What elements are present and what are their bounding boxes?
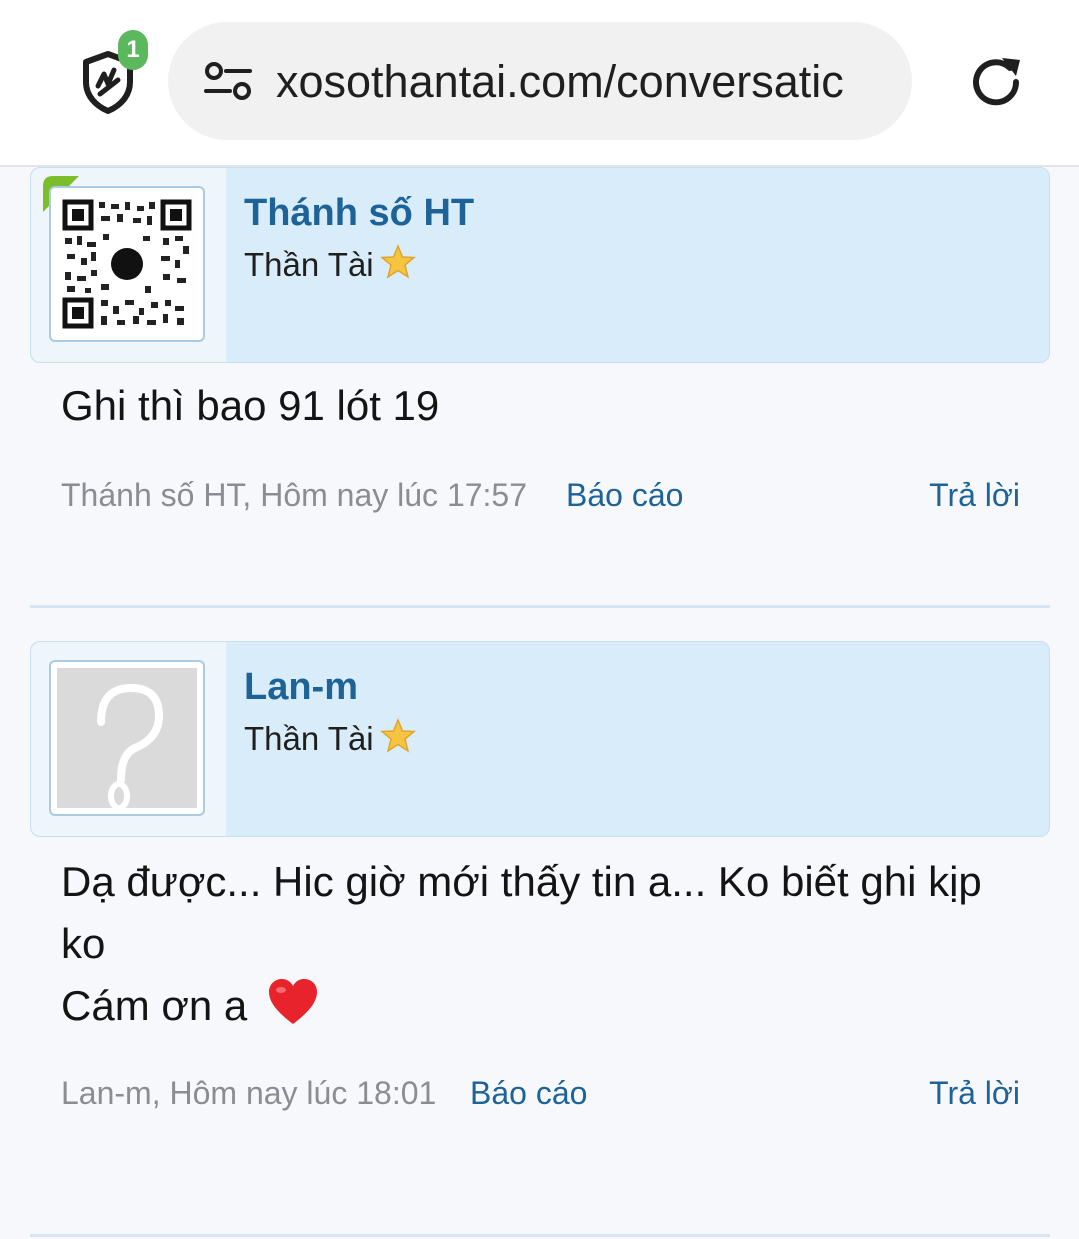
star-icon xyxy=(379,244,416,279)
message-body: Dạ được... Hic giờ mới thấy tin a... Ko … xyxy=(61,851,1041,1043)
report-link[interactable]: Báo cáo xyxy=(470,1075,587,1112)
qr-code-icon xyxy=(62,199,192,329)
message-line: Ghi thì bao 91 lót 19 xyxy=(61,382,440,429)
user-rank: Thần Tài xyxy=(244,244,416,284)
notification-badge: 1 xyxy=(118,30,148,70)
report-link[interactable]: Báo cáo xyxy=(566,477,683,514)
heart-emoji xyxy=(267,978,319,1043)
message-post: Thánh số HT Thần Tài Ghi thì bao 91 lót … xyxy=(30,167,1050,597)
reply-link[interactable]: Trả lời xyxy=(929,1075,1020,1112)
avatar[interactable] xyxy=(49,186,205,342)
rank-label: Thần Tài xyxy=(244,720,374,757)
star-icon xyxy=(379,718,416,753)
post-header: Thánh số HT Thần Tài xyxy=(30,167,1050,363)
post-divider xyxy=(30,605,1050,608)
url-text[interactable]: xosothantai.com/conversatic xyxy=(276,56,888,108)
avatar-column xyxy=(31,642,226,836)
question-mark-icon xyxy=(57,668,197,811)
heart-icon xyxy=(268,979,317,1024)
message-line: Cám ơn a xyxy=(61,982,248,1029)
rank-label: Thần Tài xyxy=(244,246,374,283)
user-rank: Thần Tài xyxy=(244,718,416,758)
browser-toolbar: 1 xosothantai.com/conversatic xyxy=(0,0,1079,167)
username[interactable]: Lan-m xyxy=(244,666,358,709)
reply-link[interactable]: Trả lời xyxy=(929,477,1020,514)
post-meta: Thánh số HT, Hôm nay lúc 17:57 xyxy=(61,477,528,513)
site-settings-icon[interactable] xyxy=(204,62,252,100)
avatar-column xyxy=(31,168,226,362)
post-divider xyxy=(30,1234,1050,1237)
reload-icon[interactable] xyxy=(966,52,1026,112)
message-line-with-emoji: Cám ơn a xyxy=(61,975,1041,1043)
message-body: Ghi thì bao 91 lót 19 xyxy=(61,375,1041,437)
address-bar[interactable]: xosothantai.com/conversatic xyxy=(168,22,912,140)
post-header: Lan-m Thần Tài xyxy=(30,641,1050,837)
post-meta: Lan-m, Hôm nay lúc 18:01 xyxy=(61,1075,437,1111)
avatar[interactable] xyxy=(49,660,205,816)
message-post: Lan-m Thần Tài Dạ được... Hic giờ mới th… xyxy=(30,641,1050,1221)
message-line: Dạ được... Hic giờ mới thấy tin a... Ko … xyxy=(61,858,982,905)
username[interactable]: Thánh số HT xyxy=(244,192,474,235)
message-line: ko xyxy=(61,920,106,967)
